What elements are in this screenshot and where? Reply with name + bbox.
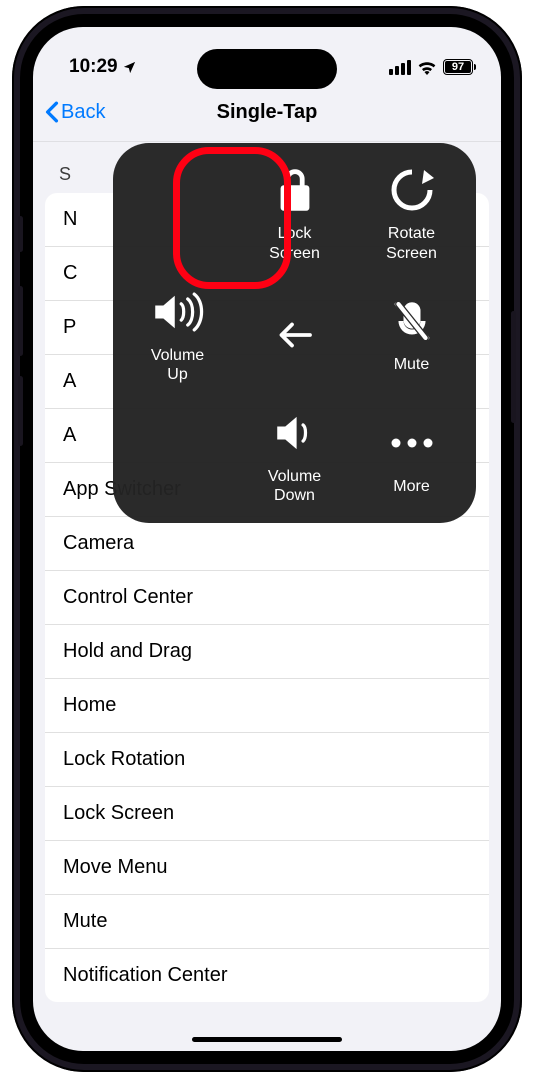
at-label: Lock Screen — [269, 224, 320, 262]
at-label: More — [393, 477, 429, 496]
lock-icon — [275, 164, 315, 216]
volume-down-icon — [274, 407, 316, 459]
nav-header: Back Single-Tap — [33, 87, 501, 142]
wifi-icon — [417, 60, 437, 75]
at-volume-down[interactable]: Volume Down — [236, 396, 353, 517]
list-item[interactable]: Mute — [45, 895, 489, 949]
at-label: Volume Down — [268, 467, 321, 505]
at-mute[interactable]: Mute — [353, 274, 470, 395]
list-item[interactable]: Move Menu — [45, 841, 489, 895]
at-volume-up[interactable]: Volume Up — [119, 274, 236, 395]
cellular-icon — [389, 60, 411, 75]
list-item[interactable]: Control Center — [45, 571, 489, 625]
page-title: Single-Tap — [41, 101, 493, 124]
mute-icon — [391, 295, 433, 347]
back-arrow-icon — [277, 309, 313, 361]
battery-icon: 97 — [443, 59, 473, 75]
side-button — [18, 216, 23, 252]
location-icon — [122, 60, 137, 75]
home-indicator — [192, 1037, 342, 1042]
at-more[interactable]: More — [353, 396, 470, 517]
volume-up-button — [18, 286, 23, 356]
list-item[interactable]: Notification Center — [45, 949, 489, 1002]
list-item[interactable]: Lock Rotation — [45, 733, 489, 787]
status-time: 10:29 — [69, 56, 118, 78]
at-lock-screen[interactable]: Lock Screen — [236, 153, 353, 274]
at-label: Volume Up — [151, 346, 204, 384]
assistive-touch-menu: Lock Screen Rotate Screen Volume Up — [113, 143, 476, 523]
list-item[interactable]: Hold and Drag — [45, 625, 489, 679]
volume-down-button — [18, 376, 23, 446]
power-button — [511, 311, 516, 423]
volume-up-icon — [152, 286, 204, 338]
at-back[interactable] — [236, 274, 353, 395]
at-label: Mute — [394, 355, 430, 374]
dynamic-island — [197, 49, 337, 89]
at-rotate-screen[interactable]: Rotate Screen — [353, 153, 470, 274]
rotate-icon — [388, 164, 436, 216]
phone-frame: 10:29 97 — [12, 6, 522, 1072]
more-icon — [388, 417, 436, 469]
list-item[interactable]: Lock Screen — [45, 787, 489, 841]
screen: 10:29 97 — [33, 27, 501, 1051]
list-item[interactable]: Home — [45, 679, 489, 733]
at-label: Rotate Screen — [386, 224, 437, 262]
list-item[interactable]: Camera — [45, 517, 489, 571]
